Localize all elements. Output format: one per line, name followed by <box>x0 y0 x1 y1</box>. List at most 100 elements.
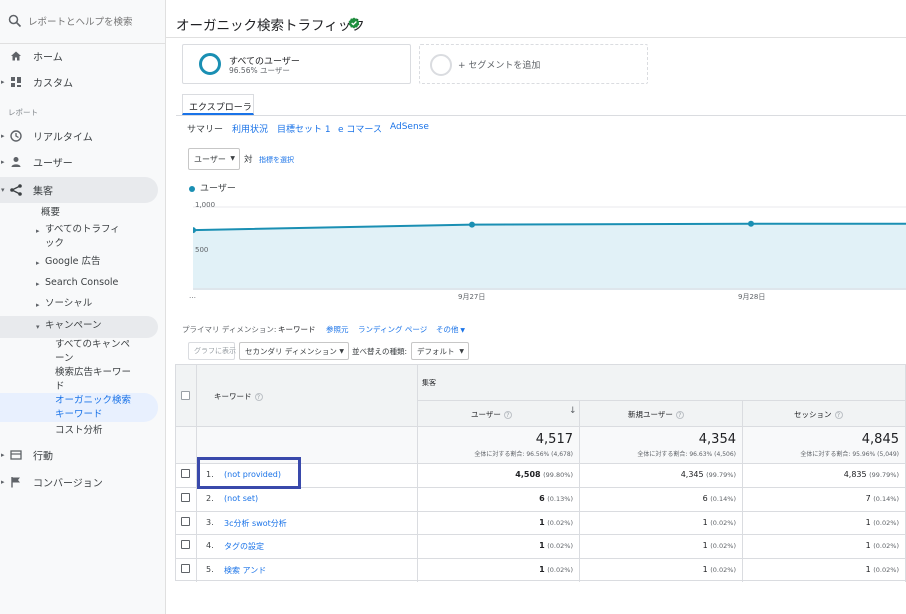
subtab-ecommerce[interactable]: e コマース <box>338 122 382 135</box>
table-cell-new-users: 1 (0.02%) <box>584 518 736 527</box>
chart-data-point[interactable] <box>748 220 754 227</box>
help-icon: ? <box>254 393 263 401</box>
sessions-column-header[interactable]: セッション? <box>794 409 843 420</box>
flag-icon <box>11 477 20 488</box>
row-checkbox[interactable] <box>181 493 190 502</box>
help-icon: ? <box>675 411 684 419</box>
sidebar-sub-label: オーガニック検索 <box>55 395 132 406</box>
select-all-checkbox[interactable] <box>181 391 190 400</box>
primary-dimension-label: プライマリ ディメンション: <box>182 325 277 334</box>
table-cell-sessions: 7 (0.14%) <box>747 494 899 503</box>
primary-dimension-landing-page[interactable]: ランディング ページ <box>358 324 427 335</box>
metric-dropdown[interactable]: ユーザー ▼ <box>188 148 240 170</box>
caret-down-icon: ▼ <box>458 327 466 334</box>
sidebar-sub-label: ック <box>45 238 65 249</box>
sidebar-sub-search-console[interactable]: ▸ Search Console <box>36 276 118 290</box>
select-metric-link[interactable]: 指標を選択 <box>259 155 294 165</box>
clock-icon <box>10 130 22 142</box>
tab-explorer[interactable]: エクスプローラ <box>182 94 254 115</box>
sidebar-sub-google-ads[interactable]: ▸ Google 広告 <box>36 255 101 269</box>
sidebar-sub-overview[interactable]: 概要 <box>41 206 60 220</box>
table-cell-users: 1 (0.02%) <box>421 565 573 574</box>
row-index: 5. <box>206 565 214 574</box>
sidebar-item-realtime[interactable]: ▸ リアルタイム <box>0 126 166 146</box>
cell-value: 1 <box>539 518 545 527</box>
cell-value: 1 <box>702 565 708 574</box>
keyword-link[interactable]: 検索 アンド <box>224 565 266 576</box>
table-cell-users: 4,508 (99.80%) <box>421 470 573 479</box>
sort-descending-icon[interactable]: ↓ <box>569 406 577 416</box>
analytics-app: ホーム ▸ カスタム レポート ▸ リアルタイム ▸ ユーザー <box>0 0 906 614</box>
row-checkbox[interactable] <box>181 469 190 478</box>
vs-label: 対 <box>244 155 253 165</box>
new-users-column-header[interactable]: 新規ユーザー? <box>628 409 684 420</box>
cell-percentage: (0.13%) <box>547 495 573 503</box>
sidebar-item-label: 行動 <box>33 451 53 463</box>
row-index: 4. <box>206 541 214 550</box>
keyword-link[interactable]: タグの設定 <box>224 541 264 552</box>
sidebar-item-conversion[interactable]: ▸ コンバージョン <box>0 472 166 492</box>
cell-percentage: (0.02%) <box>547 566 573 574</box>
row-index: 3. <box>206 518 214 527</box>
subtab-summary[interactable]: サマリー <box>187 122 223 135</box>
sidebar-sub-all-traffic[interactable]: ▸ すべてのトラフィ ック <box>36 223 120 251</box>
add-segment-label: + セグメントを追加 <box>458 61 541 71</box>
plot-rows-button[interactable]: グラフに表示 <box>188 342 236 360</box>
row-checkbox[interactable] <box>181 564 190 573</box>
sidebar-sub-paid-keywords[interactable]: 検索広告キーワー ド <box>55 366 131 394</box>
sidebar-sub-label: ーン <box>55 353 74 364</box>
sidebar-sub-social[interactable]: ▸ ソーシャル <box>36 297 93 311</box>
cell-percentage: (0.02%) <box>547 542 573 550</box>
sort-type-dropdown[interactable]: デフォルト ▼ <box>411 342 469 360</box>
sidebar-sub-all-campaigns[interactable]: すべてのキャンペ ーン <box>55 338 130 366</box>
subtab-goal-set[interactable]: 目標セット 1 <box>277 122 331 135</box>
subtab-usage[interactable]: 利用状況 <box>232 122 268 135</box>
cell-value: 1 <box>702 518 708 527</box>
sidebar-item-home[interactable]: ホーム <box>0 46 166 66</box>
cell-percentage: (0.14%) <box>710 495 736 503</box>
cell-percentage: (0.02%) <box>710 566 736 574</box>
sidebar-sub-cost-analysis[interactable]: コスト分析 <box>55 424 103 438</box>
sidebar-sub-campaign[interactable]: ▾ キャンペーン <box>36 319 102 333</box>
primary-dimension-source[interactable]: 参照元 <box>326 324 349 335</box>
sidebar-item-behavior[interactable]: ▸ 行動 <box>0 445 166 465</box>
chevron-right-icon: ▸ <box>36 280 40 288</box>
sort-type-value: デフォルト <box>417 347 455 356</box>
total-new-users: 4,354 <box>698 432 736 447</box>
row-index: 2. <box>206 494 214 503</box>
sidebar-item-label: カスタム <box>33 78 73 90</box>
cell-value: 4,345 <box>680 470 704 479</box>
chevron-right-icon: ▸ <box>36 227 40 235</box>
chart-data-point[interactable] <box>469 221 475 228</box>
keyword-link[interactable]: 3c分析 swot分析 <box>224 518 287 529</box>
subtab-adsense[interactable]: AdSense <box>390 122 429 132</box>
metric-dropdown-value: ユーザー <box>194 155 226 164</box>
sidebar-item-custom[interactable]: ▸ カスタム <box>0 72 166 92</box>
sidebar-item-acquisition[interactable]: ▾ 集客 <box>0 180 166 200</box>
cell-percentage: (0.02%) <box>710 519 736 527</box>
x-tick-label: 9月28日 <box>738 293 766 301</box>
secondary-dimension-dropdown[interactable]: セカンダリ ディメンション ▼ <box>239 342 349 360</box>
users-line-chart: 1,000 500 <box>193 201 906 290</box>
add-segment-button[interactable]: + セグメントを追加 <box>419 44 648 84</box>
primary-dimension-other[interactable]: その他 ▼ <box>436 324 465 335</box>
sidebar-item-users[interactable]: ▸ ユーザー <box>0 152 166 172</box>
keyword-column-header[interactable]: キーワード? <box>214 391 263 402</box>
users-column-header[interactable]: ユーザー? <box>471 409 512 420</box>
cell-value: 1 <box>539 565 545 574</box>
search-input[interactable] <box>28 10 158 34</box>
segment-all-users[interactable]: すべてのユーザー 96.56% ユーザー <box>182 44 411 84</box>
sort-type-label: 並べ替えの種類: <box>352 347 408 356</box>
sidebar-sub-organic-keywords[interactable]: オーガニック検索 キーワード <box>55 394 131 422</box>
x-tick-label: 9月27日 <box>458 293 486 301</box>
row-checkbox[interactable] <box>181 540 190 549</box>
cell-value: 6 <box>539 494 545 503</box>
row-checkbox[interactable] <box>181 517 190 526</box>
cell-percentage: (0.02%) <box>547 519 573 527</box>
chevron-right-icon: ▸ <box>1 158 5 166</box>
sidebar-sub-label: ソーシャル <box>45 298 93 309</box>
behavior-icon <box>10 450 22 460</box>
cell-value: 1 <box>865 565 871 574</box>
keyword-link[interactable]: (not set) <box>224 494 258 503</box>
primary-dimension-keyword[interactable]: キーワード <box>278 324 316 335</box>
